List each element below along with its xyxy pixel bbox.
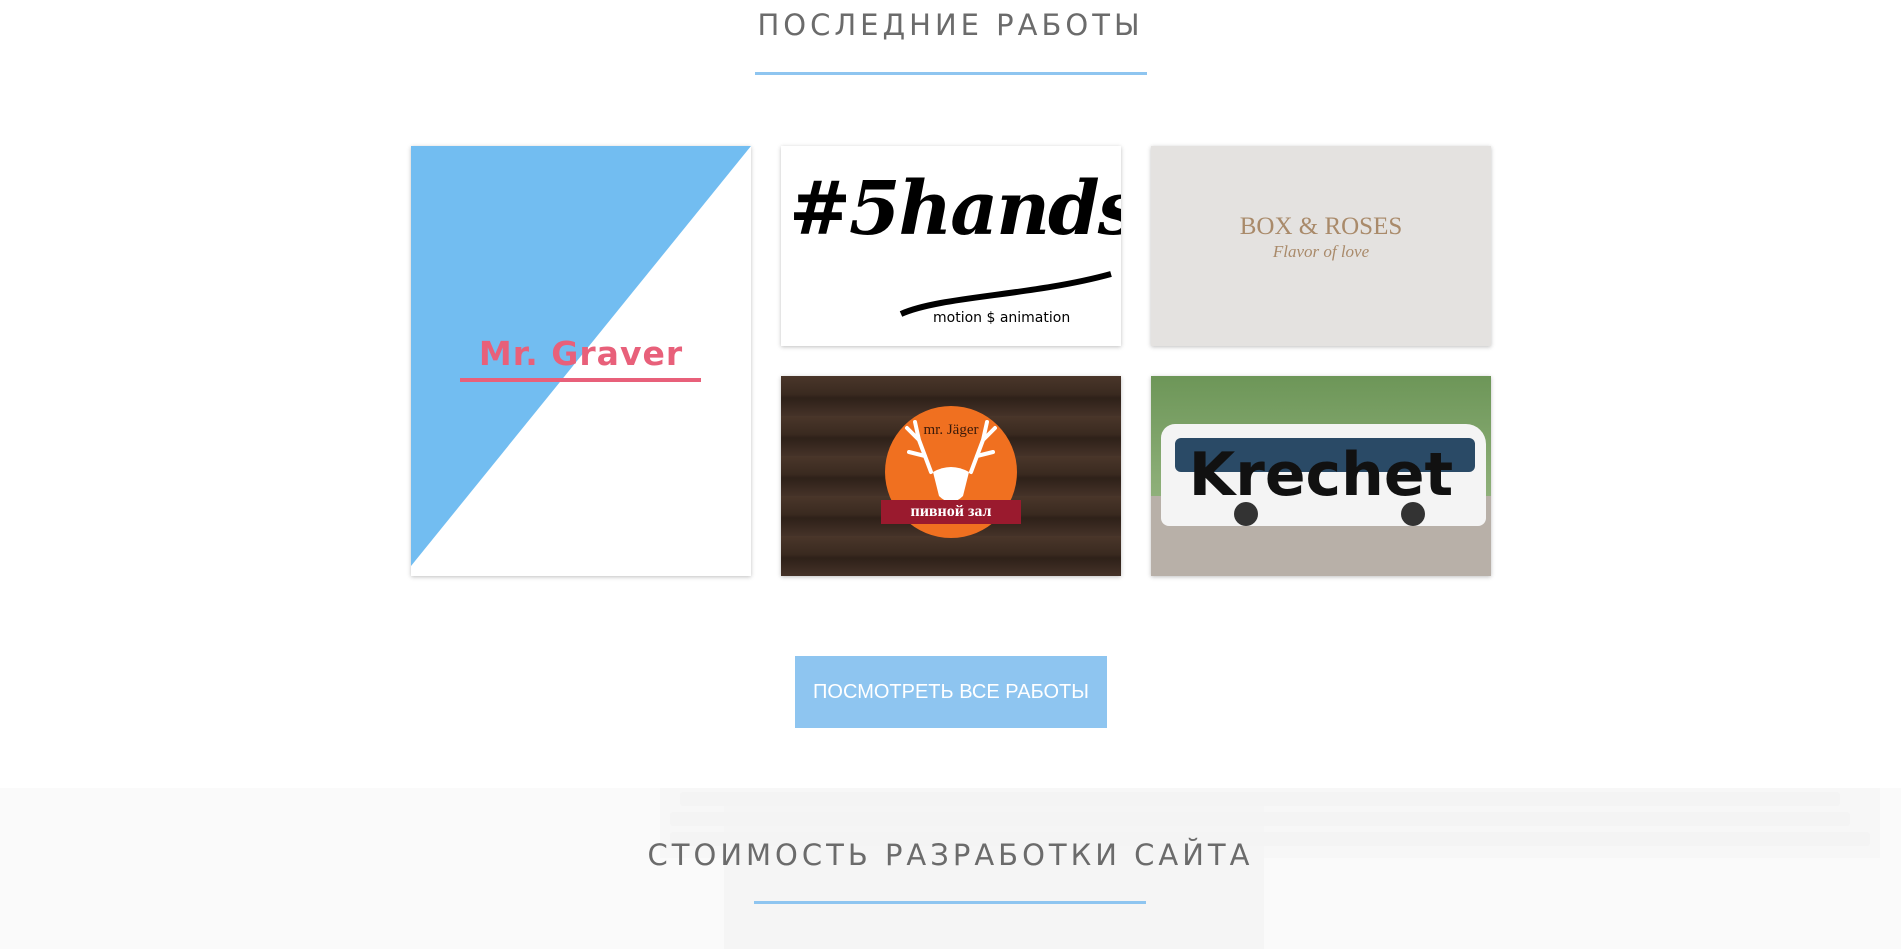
logo-krechet: Krechet bbox=[1188, 440, 1454, 510]
logo-underline bbox=[460, 378, 701, 382]
logo-ribbon: пивной зал bbox=[881, 500, 1021, 524]
title-underline bbox=[755, 72, 1147, 75]
title-underline bbox=[754, 901, 1146, 904]
logo-mr-graver: Mr. Graver bbox=[478, 334, 684, 373]
deer-head-icon bbox=[905, 420, 997, 502]
logo-5hands-tagline: motion $ animation bbox=[933, 310, 1071, 326]
logo-box-roses-tagline: Flavor of love bbox=[1272, 242, 1370, 261]
portfolio-item-box-roses[interactable]: BOX & ROSES Flavor of love bbox=[1151, 146, 1491, 346]
portfolio-item-5hands[interactable]: #5hands motion $ animation bbox=[781, 146, 1121, 346]
portfolio-item-mr-jager[interactable]: mr. Jäger пивной зал bbox=[781, 376, 1121, 576]
section-title-works: ПОСЛЕДНИЕ РАБОТЫ bbox=[757, 8, 1144, 42]
view-all-works-button[interactable]: ПОСМОТРЕТЬ ВСЕ РАБОТЫ bbox=[795, 656, 1107, 728]
section-title-price: СТОИМОСТЬ РАЗРАБОТКИ САЙТА bbox=[647, 838, 1254, 872]
logo-box-roses: BOX & ROSES bbox=[1239, 213, 1403, 240]
portfolio-item-krechet[interactable]: Krechet bbox=[1151, 376, 1491, 576]
portfolio-item-mr-graver[interactable]: Mr. Graver bbox=[411, 146, 751, 576]
